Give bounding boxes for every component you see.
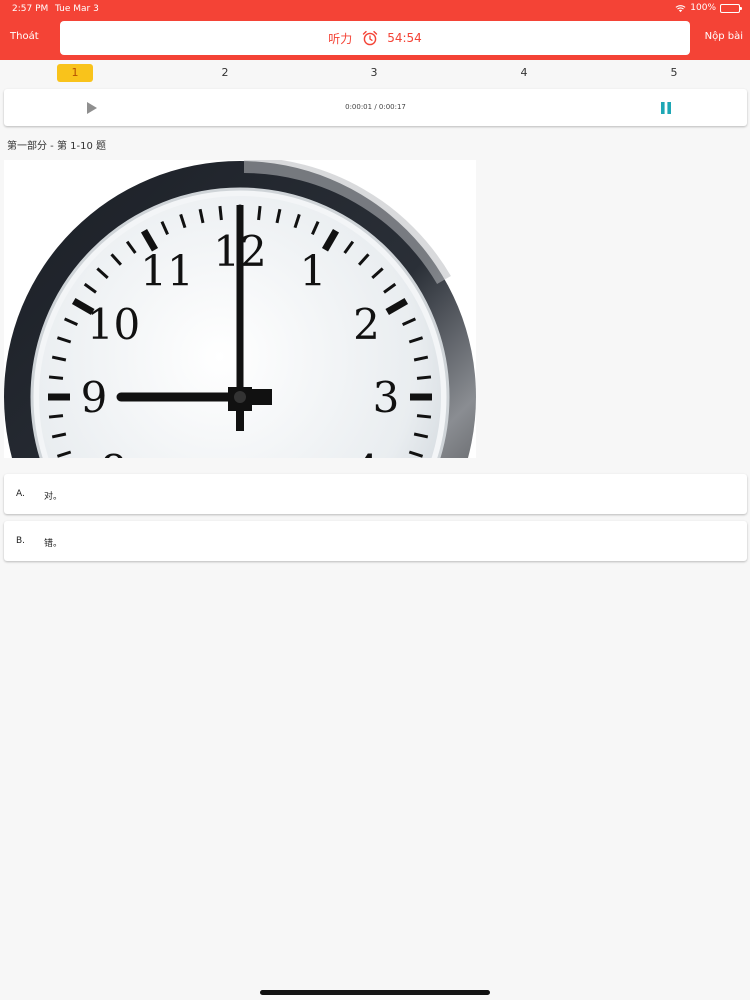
- clock-numeral: 8: [100, 446, 127, 458]
- answer-option-a[interactable]: A. 对。: [4, 474, 747, 514]
- clock-minute-tick: [416, 414, 432, 419]
- option-letter: B.: [16, 536, 26, 546]
- clock-minute-tick: [48, 414, 64, 419]
- wifi-icon: [675, 4, 686, 12]
- clock-minute-tick: [48, 375, 64, 380]
- clock-numeral: 10: [87, 300, 140, 349]
- status-bar: 2:57 PM Tue Mar 3 100%: [0, 0, 750, 18]
- status-date: Tue Mar 3: [55, 4, 99, 14]
- clock-minute-tick: [257, 205, 262, 221]
- clock-minute-tick: [416, 375, 432, 380]
- option-text: 对。: [44, 492, 63, 502]
- clock-numeral: 11: [140, 247, 193, 296]
- countdown-timer: 54:54: [387, 31, 422, 45]
- option-letter: A.: [16, 489, 25, 499]
- question-tab-5[interactable]: 5: [656, 64, 692, 82]
- audio-player: 0:00:01 / 0:00:17: [4, 89, 747, 126]
- answer-option-b[interactable]: B. 错。: [4, 521, 747, 561]
- clock-numeral: 1: [300, 247, 327, 296]
- status-indicators: 100%: [675, 3, 742, 13]
- option-text: 错。: [44, 539, 63, 549]
- clock-icon: 121234567891011: [4, 160, 476, 458]
- top-bar: 2:57 PM Tue Mar 3 100% Thoát 听力 54:54 Nộ…: [0, 0, 750, 60]
- clock-numeral: 3: [373, 373, 400, 422]
- home-indicator: [260, 990, 490, 995]
- playback-time: 0:00:01 / 0:00:17: [345, 103, 406, 111]
- question-tab-3[interactable]: 3: [356, 64, 392, 82]
- clock-minute-tick: [218, 205, 223, 221]
- question-tab-4[interactable]: 4: [506, 64, 542, 82]
- question-tab-1[interactable]: 1: [57, 64, 93, 82]
- alarm-clock-icon: [363, 30, 378, 46]
- clock-numeral: 2: [353, 300, 380, 349]
- clock-numeral: 9: [81, 373, 108, 422]
- submit-button[interactable]: Nộp bài: [705, 31, 743, 42]
- question-image: 121234567891011: [4, 160, 476, 458]
- status-time: 2:57 PM: [12, 4, 49, 14]
- question-tabs: 1 2 3 4 5: [0, 62, 750, 84]
- section-title-box: 听力 54:54: [60, 21, 690, 55]
- section-label: 听力: [328, 31, 353, 46]
- pause-icon[interactable]: [659, 101, 673, 115]
- exit-button[interactable]: Thoát: [10, 31, 39, 42]
- battery-icon: [720, 3, 742, 13]
- section-heading: 第一部分 - 第 1-10 题: [7, 141, 107, 152]
- question-tab-2[interactable]: 2: [207, 64, 243, 82]
- clock-numeral: 4: [353, 446, 380, 458]
- battery-percent: 100%: [690, 3, 716, 13]
